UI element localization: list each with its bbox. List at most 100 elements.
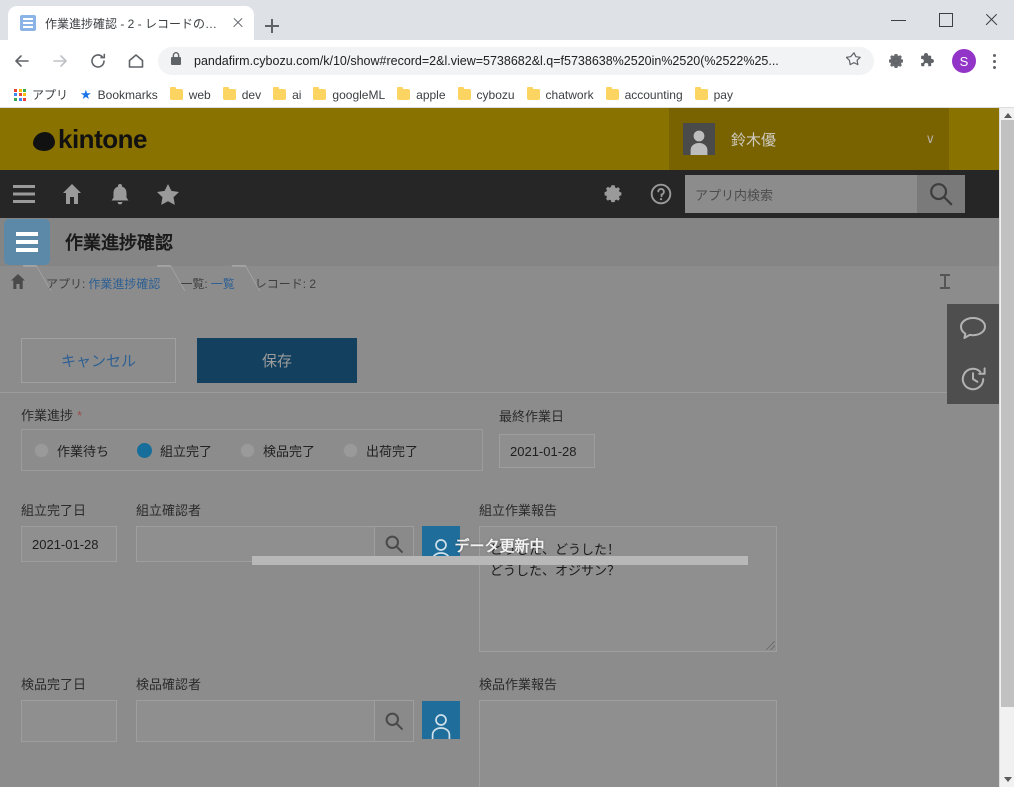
scroll-down-arrow-icon[interactable] [1000,772,1014,787]
tab-close-icon[interactable] [230,15,246,31]
window-controls [876,0,1014,40]
radio-option-assembled[interactable]: 組立完了 [137,441,212,460]
radio-label: 作業待ち [57,441,109,460]
radio-dot-icon-selected [137,443,152,458]
last-work-date-input[interactable]: 2021-01-28 [499,434,595,468]
record-body: キャンセル 保存 作業進捗* 作業待ち [0,300,999,787]
scrollbar-thumb[interactable] [1001,120,1014,707]
folder-icon [527,89,540,100]
bookmarks-bar: アプリ ★ Bookmarks web dev ai googleML appl… [0,82,1014,108]
new-tab-button[interactable] [258,12,286,40]
star-icon[interactable] [144,170,192,218]
field-label-last-work-date: 最終作業日 [499,406,564,425]
app-list-icon[interactable] [4,219,50,265]
lock-icon [170,52,184,71]
bookmark-dev[interactable]: dev [217,84,267,106]
inspect-report-textarea[interactable] [479,700,777,787]
home-icon[interactable] [48,170,96,218]
bell-icon[interactable] [96,170,144,218]
url-text: pandafirm.cybozu.com/k/10/show#record=2&… [194,54,838,68]
save-button[interactable]: 保存 [197,338,357,383]
comment-icon[interactable] [959,316,987,347]
forward-arrow-icon[interactable] [44,45,76,77]
breadcrumb-view-link[interactable]: 一覧 [211,275,235,292]
bookmark-chatwork[interactable]: chatwork [521,84,600,106]
minimize-button[interactable] [876,0,922,40]
browser-window: 作業進捗確認 - 2 - レコードの詳細 [0,0,1014,787]
profile-avatar[interactable]: S [952,49,976,73]
bookmark-accounting[interactable]: accounting [600,84,689,106]
radio-label: 検品完了 [263,441,315,460]
breadcrumb-separator [235,266,255,300]
person-picker-icon[interactable] [422,701,460,739]
assembly-report-textarea[interactable]: どうした、どうした！ どうした、オジサン？ [479,526,777,652]
bookmark-label: アプリ [32,86,68,103]
reload-icon[interactable] [82,45,114,77]
radio-label: 出荷完了 [366,441,418,460]
inspect-checker-lookup [136,700,460,742]
textarea-resize-grip[interactable] [766,641,775,650]
folder-icon [397,89,410,100]
search-input[interactable]: アプリ内検索 [685,175,917,213]
tab-title: 作業進捗確認 - 2 - レコードの詳細 [45,15,224,32]
required-mark: * [77,408,82,423]
user-name: 鈴木優 [731,129,925,150]
breadcrumb-app-link[interactable]: 作業進捗確認 [88,275,160,292]
radio-option-inspected[interactable]: 検品完了 [240,441,315,460]
bookmark-bookmarks[interactable]: ★ Bookmarks [74,84,164,106]
bookmark-label: pay [714,88,733,102]
search-icon[interactable] [917,175,965,213]
pin-icon[interactable] [939,274,951,293]
bookmark-web[interactable]: web [164,84,217,106]
bookmark-label: dev [242,88,261,102]
hamburger-menu-icon[interactable] [0,170,48,218]
bookmark-apple[interactable]: apple [391,84,451,106]
window-close-button[interactable] [968,0,1014,40]
tab-strip: 作業進捗確認 - 2 - レコードの詳細 [0,0,1014,40]
field-label-assembly-checker: 組立確認者 [136,500,201,519]
page-scrollbar[interactable] [999,108,1014,787]
bookmark-cybozu[interactable]: cybozu [452,84,521,106]
star-icon: ★ [80,87,92,103]
home-icon[interactable] [120,45,152,77]
app-title-bar: 作業進捗確認 [0,218,999,266]
bookmark-googleml[interactable]: googleML [307,84,391,106]
bookmark-label: web [189,88,211,102]
kintone-header: kintone 鈴木優 ∨ [0,108,999,170]
bookmark-ai[interactable]: ai [267,84,307,106]
user-avatar-icon [683,123,715,155]
history-icon[interactable] [959,365,987,398]
search-icon[interactable] [374,700,414,742]
back-arrow-icon[interactable] [6,45,38,77]
home-icon[interactable] [10,274,26,292]
apps-grid-icon [14,89,26,101]
bookmark-star-icon[interactable] [846,51,862,72]
assembly-done-date-input[interactable]: 2021-01-28 [21,526,117,562]
bookmark-label: chatwork [546,88,594,102]
address-bar[interactable]: pandafirm.cybozu.com/k/10/show#record=2&… [158,47,874,75]
gear-icon[interactable] [589,170,637,218]
browser-tab[interactable]: 作業進捗確認 - 2 - レコードの詳細 [8,6,254,40]
bookmark-label: apple [416,88,445,102]
puzzle-icon[interactable] [914,47,942,75]
bookmark-pay[interactable]: pay [689,84,739,106]
cancel-button[interactable]: キャンセル [21,338,176,383]
kintone-app-page: kintone 鈴木優 ∨ [0,108,999,787]
browser-toolbar: pandafirm.cybozu.com/k/10/show#record=2&… [0,40,1014,82]
field-label-inspect-report: 検品作業報告 [479,674,557,693]
help-icon[interactable] [637,170,685,218]
bookmark-label: ai [292,88,301,102]
folder-icon [273,89,286,100]
bookmark-apps[interactable]: アプリ [8,84,74,106]
inspect-checker-input[interactable] [136,700,374,742]
inspect-done-date-input[interactable] [21,700,117,742]
gear-icon[interactable] [882,47,910,75]
radio-option-waiting[interactable]: 作業待ち [34,441,109,460]
kintone-logo[interactable]: kintone [33,124,147,155]
kintone-brand-text: kintone [58,124,147,155]
maximize-button[interactable] [922,0,968,40]
bookmark-label: Bookmarks [98,88,158,102]
kebab-menu-icon[interactable] [982,54,1006,69]
radio-option-shipped[interactable]: 出荷完了 [343,441,418,460]
user-menu[interactable]: 鈴木優 ∨ [669,108,949,170]
